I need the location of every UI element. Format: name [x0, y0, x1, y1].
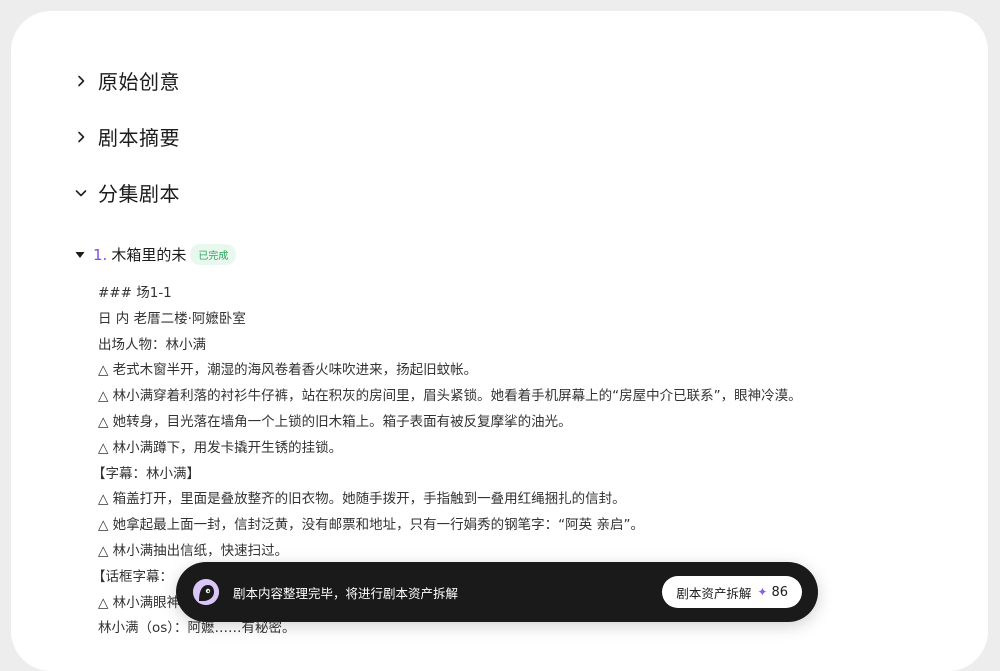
script-line: 【字幕：林小满】 — [92, 465, 200, 482]
section-title: 剧本摘要 — [98, 126, 180, 150]
credit-cost: 86 — [771, 584, 788, 600]
episode-number: 1. — [93, 245, 108, 264]
section-title: 分集剧本 — [98, 182, 180, 206]
script-line: △ 林小满蹲下，用发卡撬开生锈的挂锁。 — [98, 439, 343, 456]
section-original-idea[interactable]: 原始创意 — [71, 66, 180, 95]
script-line: △ 她转身，目光落在墙角一个上锁的旧木箱上。箱子表面有被反复摩挲的油光。 — [98, 413, 572, 430]
status-badge: 已完成 — [190, 244, 237, 265]
chevron-down-icon — [71, 183, 91, 203]
chevron-right-icon — [71, 71, 91, 91]
caret-down-icon[interactable] — [73, 248, 87, 262]
script-line: 出场人物：林小满 — [98, 336, 206, 353]
script-line: △ 她拿起最上面一封，信封泛黄，没有邮票和地址，只有一行娟秀的钢笔字：“阿英 亲… — [98, 517, 644, 534]
sparkle-icon: ✦ — [757, 585, 768, 599]
script-line: △ 老式木窗半开，潮湿的海风卷着香火味吹进来，扬起旧蚊帐。 — [98, 362, 478, 379]
toast-message: 剧本内容整理完毕，将进行剧本资产拆解 — [233, 585, 459, 601]
script-line: △ 林小满抽出信纸，快速扫过。 — [98, 542, 289, 559]
section-script-summary[interactable]: 剧本摘要 — [71, 122, 180, 151]
button-label: 剧本资产拆解 — [676, 585, 752, 601]
asset-breakdown-toast: 剧本内容整理完毕，将进行剧本资产拆解 剧本资产拆解 ✦ 86 — [176, 562, 818, 622]
section-episode-scripts[interactable]: 分集剧本 — [71, 178, 180, 207]
asset-breakdown-button[interactable]: 剧本资产拆解 ✦ 86 — [662, 576, 802, 608]
script-line: 日 内 老厝二楼·阿嬷卧室 — [98, 310, 246, 327]
script-line: ### 场1-1 — [98, 285, 172, 301]
script-line: △ 林小满穿着利落的衬衫牛仔裤，站在积灰的房间里，眉头紧锁。她看着手机屏幕上的“… — [98, 388, 802, 405]
section-title: 原始创意 — [98, 70, 180, 94]
chevron-right-icon — [71, 127, 91, 147]
assistant-avatar-icon — [193, 579, 219, 605]
episode-title[interactable]: 木箱里的未 — [111, 244, 186, 265]
episode-item: 1. 木箱里的未 已完成 — [73, 244, 237, 265]
script-line: △ 箱盖打开，里面是叠放整齐的旧衣物。她随手拨开，手指触到一叠用红绳捆扎的信封。 — [98, 491, 626, 508]
